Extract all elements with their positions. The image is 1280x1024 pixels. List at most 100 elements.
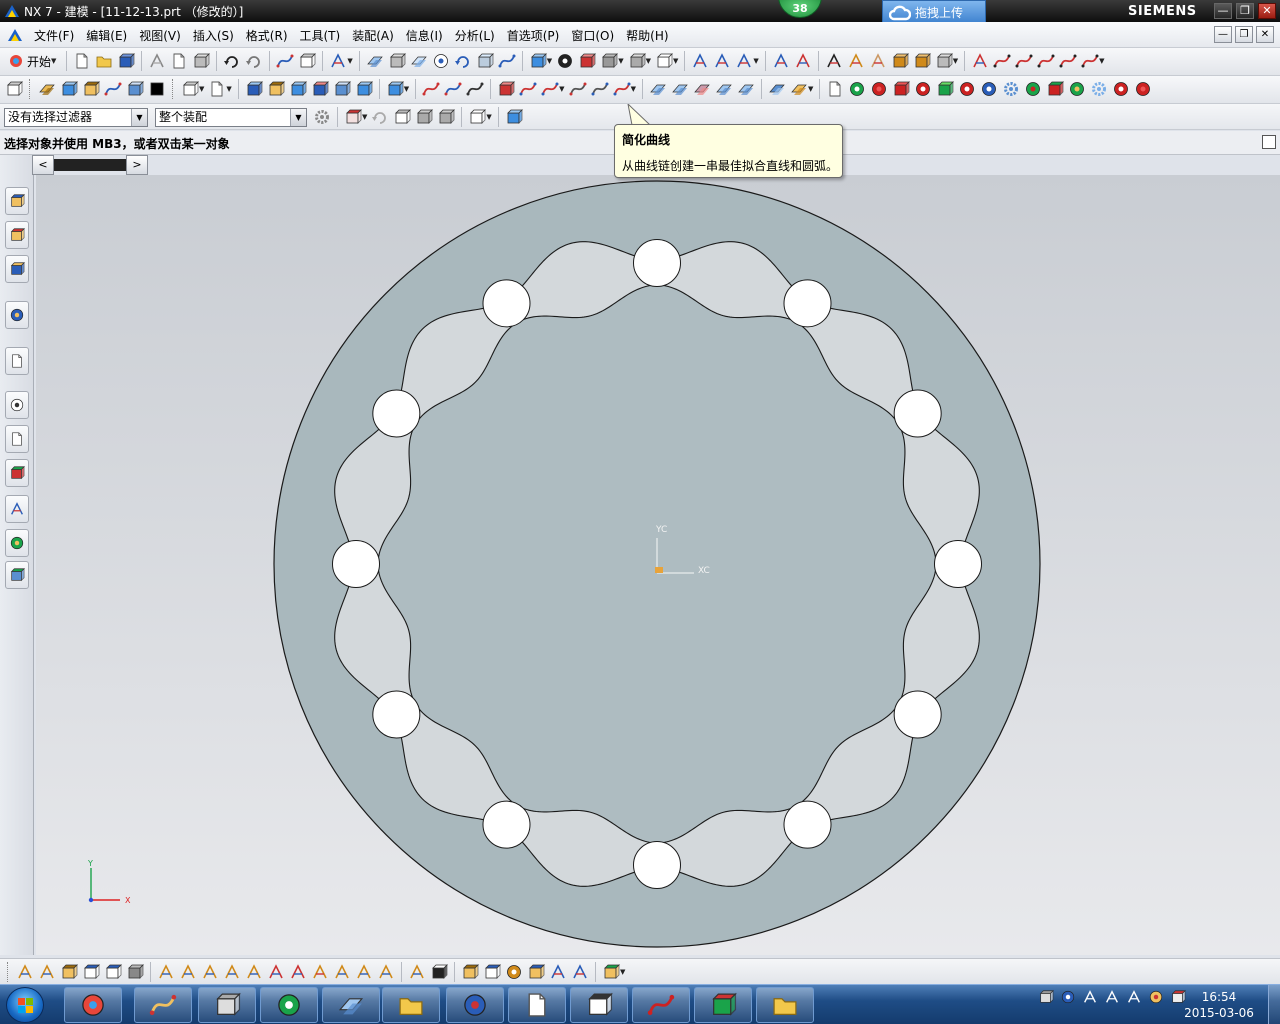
chevron-down-icon[interactable]: ▼: [559, 85, 564, 93]
taskbar-app-nx[interactable]: [446, 987, 504, 1023]
hole[interactable]: [633, 841, 681, 889]
mirror-button[interactable]: [266, 962, 286, 982]
select-faces-button[interactable]: [392, 107, 412, 127]
flag-icon[interactable]: [1104, 989, 1120, 1005]
background-button[interactable]: [627, 51, 647, 71]
chevron-down-icon[interactable]: ▼: [199, 85, 204, 93]
menu-item[interactable]: 帮助(H): [620, 27, 674, 44]
taskbar-app-red-tool[interactable]: [632, 987, 690, 1023]
trim-button[interactable]: [992, 51, 1012, 71]
chevron-down-icon[interactable]: ▼: [620, 968, 625, 976]
swept-surface-button[interactable]: [692, 79, 712, 99]
chevron-down-icon[interactable]: ▼: [1099, 57, 1104, 65]
section-curve-button[interactable]: [518, 79, 538, 99]
groove-button[interactable]: [354, 79, 374, 99]
render-style-button[interactable]: [528, 51, 548, 71]
new-file-button[interactable]: [72, 51, 92, 71]
menu-item[interactable]: 工具(T): [294, 27, 347, 44]
menu-item[interactable]: 装配(A): [346, 27, 400, 44]
pocket-button[interactable]: [288, 79, 308, 99]
line-button[interactable]: [200, 962, 220, 982]
quick-trim-button[interactable]: [288, 962, 308, 982]
shaded-edges-button[interactable]: [555, 51, 575, 71]
model-history-button[interactable]: [4, 79, 24, 99]
datum-csys-button[interactable]: [207, 79, 227, 99]
gear-light-button[interactable]: [1089, 79, 1109, 99]
spline-button[interactable]: [465, 79, 485, 99]
circle-green-button[interactable]: [847, 79, 867, 99]
gear-red-button[interactable]: [1045, 79, 1065, 99]
torus-red-button[interactable]: [913, 79, 933, 99]
taskbar-app-explorer[interactable]: [382, 987, 440, 1023]
save-button[interactable]: [116, 51, 136, 71]
graphics-window[interactable]: YC XC Y X: [36, 175, 1280, 955]
view-section-button[interactable]: [577, 51, 597, 71]
assembly-button[interactable]: [912, 51, 932, 71]
point-button[interactable]: [15, 962, 35, 982]
qq-icon[interactable]: [1148, 989, 1164, 1005]
hole[interactable]: [372, 690, 421, 739]
wcs-origin-button[interactable]: [712, 51, 732, 71]
hole[interactable]: [372, 389, 421, 438]
join-curve-button[interactable]: [540, 79, 560, 99]
simplify-curve-button[interactable]: [568, 79, 588, 99]
snap-selection-button[interactable]: [343, 107, 363, 127]
tangent-line-button[interactable]: [244, 962, 264, 982]
layout-button[interactable]: [460, 962, 480, 982]
sketch-button[interactable]: [37, 79, 57, 99]
roles-button[interactable]: [5, 529, 29, 557]
point-set-button[interactable]: [37, 962, 57, 982]
offset-curve-button[interactable]: [421, 79, 441, 99]
zoom-button[interactable]: [409, 51, 429, 71]
boss-button[interactable]: [266, 79, 286, 99]
cut-button[interactable]: [147, 51, 167, 71]
chevron-down-icon[interactable]: ▼: [808, 85, 813, 93]
chevron-down-icon[interactable]: ▼: [753, 57, 758, 65]
chevron-down-icon[interactable]: ▼: [486, 113, 491, 121]
grid-button[interactable]: [59, 962, 79, 982]
hole[interactable]: [783, 800, 832, 849]
taskbar-app-colorful[interactable]: [64, 987, 122, 1023]
arc-button[interactable]: [156, 962, 176, 982]
layer-button[interactable]: [654, 51, 674, 71]
magnify-button[interactable]: [431, 51, 451, 71]
measure-angle-button[interactable]: [846, 51, 866, 71]
assembly-navigator-button[interactable]: [5, 187, 29, 215]
offset-surface-button[interactable]: [767, 79, 787, 99]
menu-item[interactable]: 视图(V): [133, 27, 187, 44]
windows-start-button[interactable]: [6, 987, 44, 1023]
component-button[interactable]: [934, 51, 954, 71]
gear-dark-red-button[interactable]: [1111, 79, 1131, 99]
doc-close-button[interactable]: ✕: [1256, 26, 1274, 43]
chamfer-curve-button[interactable]: [1058, 51, 1078, 71]
chain-button[interactable]: [504, 962, 524, 982]
zoom-window-button[interactable]: [387, 51, 407, 71]
snap-end-button[interactable]: [793, 51, 813, 71]
»[interactable]: [147, 79, 167, 99]
close-button[interactable]: ✕: [1258, 3, 1276, 19]
taskbar-app-paint[interactable]: [134, 987, 192, 1023]
hole[interactable]: [633, 239, 681, 287]
dimension-button[interactable]: [429, 962, 449, 982]
chevron-down-icon[interactable]: ▼: [646, 57, 651, 65]
history-button[interactable]: [5, 391, 29, 419]
chevron-down-icon[interactable]: ▼: [953, 57, 958, 65]
open-file-button[interactable]: [94, 51, 114, 71]
hole[interactable]: [783, 279, 832, 328]
system-scenes-button[interactable]: [5, 561, 29, 589]
scroll-right-button[interactable]: >: [126, 155, 148, 175]
system-materials-button[interactable]: [5, 425, 29, 453]
chevron-down-icon[interactable]: ▼: [404, 85, 409, 93]
taskbar-app-pdf[interactable]: [508, 987, 566, 1023]
arc-3pt-button[interactable]: [178, 962, 198, 982]
selection-scope-select[interactable]: 整个装配 ▼: [155, 108, 307, 127]
select-body-button[interactable]: [504, 107, 524, 127]
rotate-button[interactable]: [453, 51, 473, 71]
hole[interactable]: [893, 389, 942, 438]
taskbar-app-notes[interactable]: [322, 987, 380, 1023]
slot-button[interactable]: [332, 79, 352, 99]
menu-item[interactable]: 窗口(O): [565, 27, 620, 44]
hole[interactable]: [482, 279, 531, 328]
gear-blue-button[interactable]: [1001, 79, 1021, 99]
fillet-button[interactable]: [354, 962, 374, 982]
